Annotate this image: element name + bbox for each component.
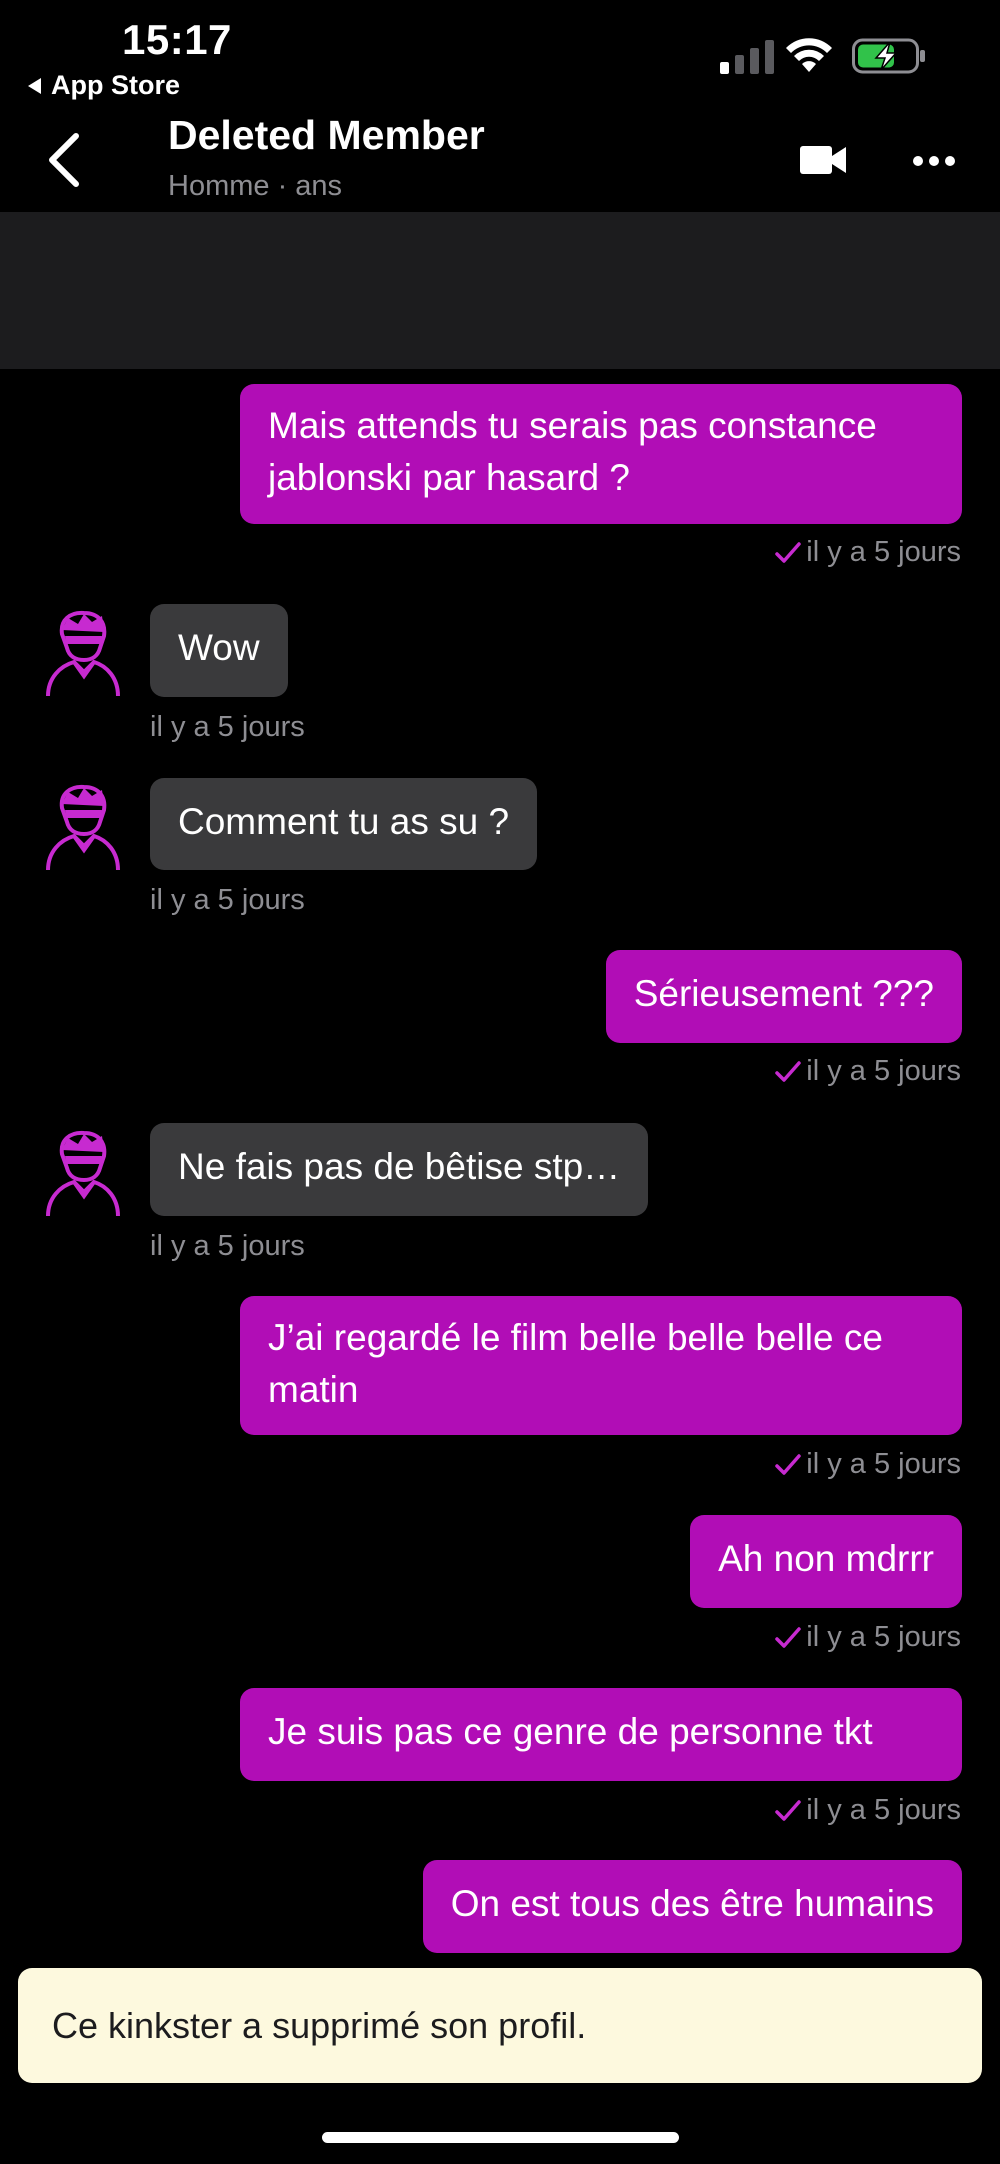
header-banner [0, 212, 1000, 369]
deleted-profile-notice: Ce kinkster a supprimé son profil. [18, 1968, 982, 2083]
sent-message-bubble[interactable]: Ah non mdrrr [690, 1515, 962, 1608]
home-indicator[interactable] [322, 2132, 679, 2143]
video-call-icon[interactable] [800, 140, 848, 180]
received-message-bubble[interactable]: Ne fais pas de bêtise stp… [150, 1123, 649, 1216]
sent-message-bubble[interactable]: Mais attends tu serais pas constance jab… [240, 384, 962, 524]
message-text-line: jablonski par hasard ? [268, 457, 630, 498]
timestamp-text: il y a 5 jours [806, 1448, 961, 1480]
sent-message-bubble[interactable]: J’ai regardé le film belle belle belle c… [240, 1296, 962, 1435]
message-timestamp: il y a 5 jours [774, 1794, 961, 1827]
back-to-app-store[interactable]: App Store [28, 70, 180, 101]
wifi-icon [786, 38, 832, 72]
message-text-line: J’ai regardé le film belle belle belle c… [268, 1317, 883, 1358]
message-timestamp: il y a 5 jours [150, 884, 305, 916]
read-check-icon [775, 1060, 802, 1082]
more-options-icon[interactable] [912, 150, 956, 172]
read-check-icon [775, 1626, 802, 1648]
timestamp-text: il y a 5 jours [806, 1055, 961, 1087]
sent-message-bubble[interactable]: On est tous des être humains [422, 1860, 962, 1953]
avatar-icon[interactable] [44, 784, 122, 872]
message-timestamp: il y a 5 jours [774, 1055, 961, 1088]
message-text-line: Mais attends tu serais pas constance [268, 405, 877, 446]
timestamp-text: il y a 5 jours [806, 1621, 961, 1653]
timestamp-text: il y a 5 jours [806, 1794, 961, 1826]
back-app-label: App Store [51, 70, 181, 100]
back-triangle-icon [28, 77, 41, 94]
message-text-line: matin [268, 1369, 359, 1410]
message-timestamp: il y a 5 jours [150, 711, 305, 743]
read-check-icon [775, 1453, 802, 1475]
conversation-subtitle: Homme · ans [168, 170, 343, 202]
received-message-bubble[interactable]: Comment tu as su ? [150, 778, 538, 870]
back-arrow-icon[interactable] [44, 132, 84, 188]
message-timestamp: il y a 5 jours [774, 1448, 961, 1481]
sent-message-bubble[interactable]: Sérieusement ??? [605, 950, 962, 1043]
message-timestamp: il y a 5 jours [150, 1230, 305, 1262]
read-check-icon [775, 1799, 802, 1821]
sent-message-bubble[interactable]: Je suis pas ce genre de personne tkt [240, 1688, 962, 1781]
conversation-title: Deleted Member [168, 112, 485, 158]
read-check-icon [775, 541, 802, 563]
received-message-bubble[interactable]: Wow [150, 604, 288, 697]
avatar-icon[interactable] [44, 1130, 122, 1218]
status-time: 15:17 [122, 16, 232, 63]
cellular-signal-icon [720, 40, 774, 74]
battery-charging-icon [852, 38, 925, 74]
message-timestamp: il y a 5 jours [774, 536, 961, 569]
message-timestamp: il y a 5 jours [774, 1621, 961, 1654]
avatar-icon[interactable] [44, 610, 122, 698]
timestamp-text: il y a 5 jours [806, 536, 961, 568]
